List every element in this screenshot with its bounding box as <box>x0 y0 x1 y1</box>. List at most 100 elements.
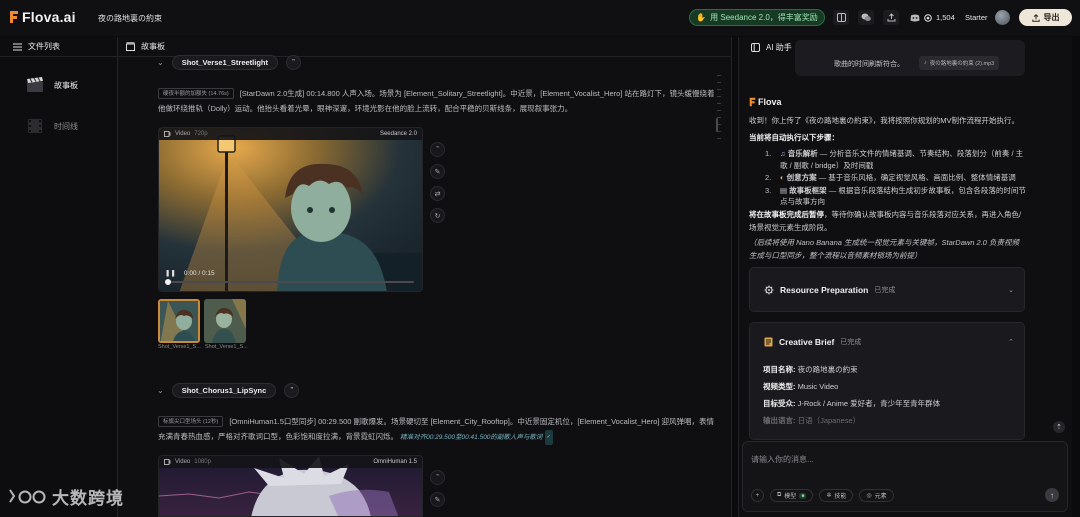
thumbnail-image <box>160 301 198 341</box>
gear-icon <box>764 285 774 295</box>
card-header[interactable]: Creative Brief 已完成 ⌃ <box>750 323 1024 361</box>
sidebar-item-timeline[interactable]: 时间线 <box>26 117 78 135</box>
plan-badge[interactable]: Starter <box>965 13 988 22</box>
thumbnail-1[interactable] <box>158 299 200 343</box>
shot-tag: 硬夜半额的加额失 (14.76s) <box>158 88 234 99</box>
logo-mark-icon <box>10 11 18 23</box>
project-title: 夜の路地裏の約束 <box>98 14 162 23</box>
creative-brief-card[interactable]: Creative Brief 已完成 ⌃ 项目名称: 夜の路地裏の約束 视频类型… <box>749 322 1025 440</box>
document-icon <box>764 337 773 347</box>
edit-icon: ✎ <box>434 168 441 176</box>
edit-tool-button[interactable]: ✎ <box>430 492 445 507</box>
shot-name[interactable]: Shot_Chorus1_LipSync <box>171 383 277 398</box>
skill-button[interactable]: ✲ 技能 <box>819 489 854 502</box>
chat-input-placeholder[interactable]: 请输入你的消息... <box>751 454 814 465</box>
brief-field-label: 目标受众: <box>763 399 796 408</box>
wechat-button[interactable] <box>858 10 874 25</box>
export-label: 导出 <box>1043 13 1060 22</box>
time-readout: 0:00 / 0:15 <box>183 269 215 277</box>
steps-heading: 当前将自动执行以下步骤： <box>749 132 1024 145</box>
quote-button[interactable]: ” <box>284 383 300 398</box>
film-strip-icon <box>28 119 42 133</box>
regenerate-tool-button[interactable]: ↻ <box>430 208 445 223</box>
video-player[interactable]: Video 720p Seedance 2.0 ❚❚ 0:00 / 0:15 <box>158 127 423 292</box>
shot-name[interactable]: Shot_Verse1_Streetlight <box>171 55 278 70</box>
brief-field-value: J-Rock / Anime 爱好者，青少年至青年群体 <box>797 399 941 408</box>
pause-icon[interactable]: ❚❚ <box>165 269 176 277</box>
edit-icon: ✎ <box>434 496 441 504</box>
add-attachment-button[interactable]: + <box>751 489 764 502</box>
attached-file-name: 夜の路地裏の約束 (2).mp3 <box>929 61 995 67</box>
credits-display[interactable]: 1,504 <box>910 10 955 25</box>
file-list-header: 文件列表 <box>0 37 117 57</box>
export-button[interactable]: 导出 <box>1019 9 1072 26</box>
share-button[interactable] <box>883 10 899 25</box>
skill-chip-label: 技能 <box>834 494 847 500</box>
step-item: 1. ♫ 音乐解析 — 分析音乐文件的情绪基调、节奏结构、段落划分（前奏 / 主… <box>765 148 1027 171</box>
edit-tool-button[interactable]: ✎ <box>430 164 445 179</box>
shot-description: 硬夜半额的加额失 (14.76s) [StarDawn 2.0生成] 00:14.… <box>158 86 716 116</box>
media-type-label: Video <box>175 459 191 465</box>
brief-field: 目标受众: J-Rock / Anime 爱好者，青少年至青年群体 <box>750 395 1024 412</box>
shot-header: ⌄ Shot_Verse1_Streetlight ” <box>157 55 301 70</box>
quote-button[interactable]: ” <box>286 55 301 70</box>
layout-toggle-button[interactable] <box>833 10 849 25</box>
share-icon <box>887 13 895 22</box>
clipboard-icon: ▤ <box>780 185 788 195</box>
media-type-label: Video <box>175 131 191 137</box>
video-frame-streetlight <box>159 128 422 291</box>
quote-icon: ” <box>436 474 439 481</box>
brief-field: 视频类型: Music Video <box>750 378 1024 395</box>
chevron-down-icon[interactable]: ⌄ <box>157 58 164 67</box>
storyboard-header: 故事板 <box>118 37 731 57</box>
sidebar-item-storyboard[interactable]: 故事板 <box>26 76 78 94</box>
clapperboard-icon <box>27 77 43 92</box>
thumbnail-2[interactable] <box>204 299 246 343</box>
player-controls: ❚❚ 0:00 / 0:15 <box>165 269 215 278</box>
progress-knob[interactable] <box>165 279 171 285</box>
plus-icon: + <box>755 492 760 499</box>
element-button[interactable]: ◎ 元素 <box>859 489 894 502</box>
step-number: 2. <box>765 173 772 182</box>
step-title: 故事板框架 <box>789 185 827 195</box>
sidebar-label-storyboard: 故事板 <box>54 80 78 90</box>
pause-notice: 将在故事板完成后暂停，等待你确认故事板内容与音乐段落对应关系，再进入角色/场景视… <box>749 209 1024 234</box>
scroll-to-top-button[interactable]: ⇡ <box>1053 421 1065 433</box>
chevron-down-icon[interactable]: ⌄ <box>157 386 164 395</box>
shot-tools: ” ✎ <box>430 470 446 514</box>
user-avatar[interactable] <box>995 10 1010 25</box>
replace-tool-button[interactable]: ⇄ <box>430 186 445 201</box>
app-logo[interactable]: Flova.ai <box>9 9 76 25</box>
resource-preparation-card[interactable]: Resource Preparation 已完成 ⌄ <box>749 267 1025 312</box>
list-icon <box>13 43 22 50</box>
shot-tag: 标旗尖口型场头 (12秒) <box>158 416 224 427</box>
send-button[interactable]: ↑ <box>1045 488 1059 502</box>
model-selector-button[interactable]: ⧉ 模型 ■ <box>770 489 814 502</box>
arrow-up-icon: ⇡ <box>1056 424 1062 431</box>
step-title: 创意方案 <box>786 173 817 182</box>
logo-mark-icon <box>749 97 756 107</box>
quote-tool-button[interactable]: ” <box>430 142 445 157</box>
storyboard-scrollbar[interactable] <box>716 118 718 132</box>
card-title: Creative Brief <box>779 337 835 347</box>
chevron-down-icon[interactable]: ⌄ <box>1008 286 1014 294</box>
promo-button[interactable]: ✋ 用 Seedance 2.0，得丰富奖励 <box>689 9 825 26</box>
step-item: 2. ◐ 创意方案 — 基于音乐风格，确定视觉风格、画面比例、整体情绪基调 <box>765 172 1027 184</box>
swap-icon: ⇄ <box>434 190 441 198</box>
playback-progress-bar[interactable] <box>165 279 414 285</box>
assistant-brand-name: Flova <box>758 97 782 107</box>
attached-file-chip[interactable]: ♪ 夜の路地裏の約束 (2).mp3 <box>919 56 1000 70</box>
brief-field: 项目名称: 夜の路地裏の約束 <box>750 361 1024 378</box>
shot-description: 标旗尖口型场头 (12秒) [OmniHuman1.5口型同步] 00:29.50… <box>158 414 716 445</box>
chevron-up-icon[interactable]: ⌃ <box>1008 338 1014 346</box>
model-badge: ■ <box>799 492 807 499</box>
chat-input-box[interactable]: 请输入你的消息... + ⧉ 模型 ■ ✲ 技能 ◎ 元素 ↑ <box>742 441 1068 512</box>
quote-tool-button[interactable]: ” <box>430 470 445 485</box>
discord-icon <box>910 14 920 21</box>
card-header[interactable]: Resource Preparation 已完成 ⌄ <box>750 268 1024 312</box>
pipeline-note: （后续将使用 Nano Banana 生成统一视觉元素与关键帧，StarDawn… <box>749 238 1020 260</box>
card-status: 已完成 <box>840 339 862 346</box>
card-title: Resource Preparation <box>780 285 869 295</box>
columns-icon <box>836 13 846 22</box>
video-player[interactable]: Video 1080p OmniHuman 1.5 <box>158 455 423 517</box>
